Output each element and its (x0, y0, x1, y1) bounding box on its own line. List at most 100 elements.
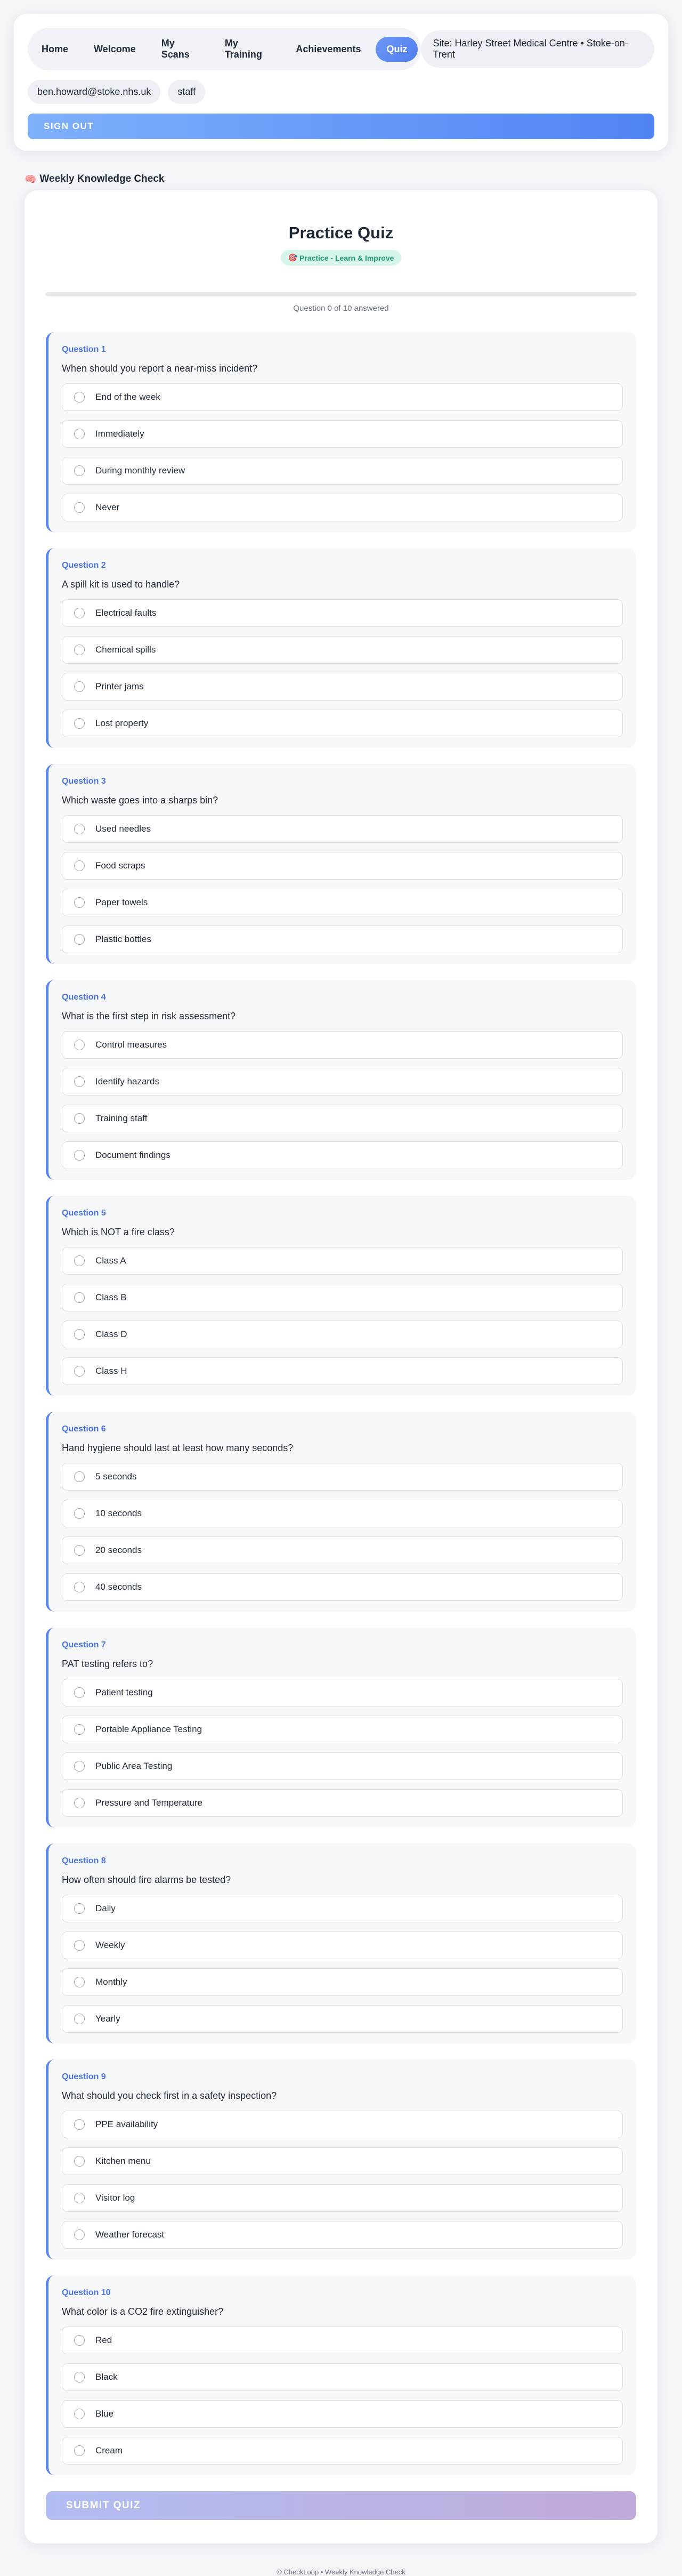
answer-option[interactable]: Immediately (62, 420, 623, 448)
quiz-title: Practice Quiz (288, 223, 394, 242)
answer-option[interactable]: 5 seconds (62, 1463, 623, 1491)
answer-option[interactable]: Document findings (62, 1141, 623, 1169)
user-row: ben.howard@stoke.nhs.uk staff (28, 80, 654, 104)
question-number: Question 10 (62, 2288, 111, 2297)
radio-icon[interactable] (74, 2445, 85, 2456)
radio-icon[interactable] (74, 1508, 85, 1519)
answer-option[interactable]: Chemical spills (62, 636, 623, 664)
answer-option[interactable]: Red (62, 2327, 623, 2354)
answer-option[interactable]: Class D (62, 1321, 623, 1348)
answer-option[interactable]: Weather forecast (62, 2221, 623, 2249)
answer-option[interactable]: Food scraps (62, 852, 623, 880)
nav-quiz[interactable]: Quiz (376, 36, 418, 62)
answer-option[interactable]: Class A (62, 1247, 623, 1275)
nav-my-scans[interactable]: My Scans (151, 31, 210, 67)
radio-icon[interactable] (74, 1040, 85, 1050)
radio-icon[interactable] (74, 2193, 85, 2203)
radio-icon[interactable] (74, 860, 85, 871)
radio-icon[interactable] (74, 2014, 85, 2024)
question-number: Question 6 (62, 1424, 106, 1434)
radio-icon[interactable] (74, 1977, 85, 1987)
answer-option-label: 5 seconds (95, 1471, 137, 1482)
radio-icon[interactable] (74, 1292, 85, 1303)
nav-home[interactable]: Home (31, 37, 79, 62)
radio-icon[interactable] (74, 1724, 85, 1735)
radio-icon[interactable] (74, 1366, 85, 1376)
radio-icon[interactable] (74, 1329, 85, 1340)
answer-option[interactable]: Never (62, 494, 623, 521)
answer-option[interactable]: Lost property (62, 710, 623, 737)
main-nav: Home Welcome My Scans My Training Achiev… (28, 28, 421, 70)
radio-icon[interactable] (74, 502, 85, 513)
answer-option[interactable]: End of the week (62, 383, 623, 411)
radio-icon[interactable] (74, 2156, 85, 2167)
answer-option[interactable]: Public Area Testing (62, 1752, 623, 1780)
submit-quiz-button[interactable]: SUBMIT QUIZ (46, 2491, 636, 2520)
nav-welcome[interactable]: Welcome (83, 37, 147, 62)
sign-out-button[interactable]: SIGN OUT (28, 114, 654, 139)
radio-icon[interactable] (74, 392, 85, 402)
radio-icon[interactable] (74, 1798, 85, 1808)
question-number: Question 8 (62, 1856, 106, 1865)
radio-icon[interactable] (74, 2119, 85, 2130)
radio-icon[interactable] (74, 1471, 85, 1482)
radio-icon[interactable] (74, 2372, 85, 2382)
answer-option-label: Printer jams (95, 681, 144, 691)
radio-icon[interactable] (74, 1113, 85, 1124)
answer-option[interactable]: Used needles (62, 815, 623, 843)
nav-my-training[interactable]: My Training (214, 31, 281, 67)
answer-option[interactable]: PPE availability (62, 2111, 623, 2138)
radio-icon[interactable] (74, 2335, 85, 2346)
answer-option[interactable]: Control measures (62, 1031, 623, 1059)
answer-option[interactable]: Cream (62, 2437, 623, 2465)
radio-icon[interactable] (74, 2229, 85, 2240)
radio-icon[interactable] (74, 681, 85, 692)
radio-icon[interactable] (74, 608, 85, 618)
answer-option[interactable]: Class H (62, 1357, 623, 1385)
radio-icon[interactable] (74, 1255, 85, 1266)
radio-icon[interactable] (74, 429, 85, 439)
answer-option-label: Electrical faults (95, 608, 157, 618)
answer-option[interactable]: Portable Appliance Testing (62, 1716, 623, 1743)
answer-option[interactable]: Blue (62, 2400, 623, 2428)
radio-icon[interactable] (74, 1545, 85, 1556)
radio-icon[interactable] (74, 897, 85, 908)
answer-option[interactable]: Paper towels (62, 889, 623, 916)
answer-option[interactable]: Kitchen menu (62, 2147, 623, 2175)
question-card: Question 1 When should you report a near-… (46, 332, 636, 532)
answer-option-label: Weather forecast (95, 2229, 165, 2240)
radio-icon[interactable] (74, 1076, 85, 1087)
nav-achievements[interactable]: Achievements (285, 37, 371, 62)
radio-icon[interactable] (74, 1761, 85, 1772)
answer-option[interactable]: Daily (62, 1895, 623, 1922)
radio-icon[interactable] (74, 1582, 85, 1592)
answer-option[interactable]: Electrical faults (62, 599, 623, 627)
radio-icon[interactable] (74, 2409, 85, 2419)
answer-option[interactable]: Pressure and Temperature (62, 1789, 623, 1817)
answer-option[interactable]: 20 seconds (62, 1536, 623, 1564)
answer-option[interactable]: 40 seconds (62, 1573, 623, 1601)
answer-option[interactable]: Training staff (62, 1105, 623, 1132)
radio-icon[interactable] (74, 1687, 85, 1698)
answer-option[interactable]: Class B (62, 1284, 623, 1311)
radio-icon[interactable] (74, 465, 85, 476)
answer-option[interactable]: Patient testing (62, 1679, 623, 1706)
answer-option[interactable]: Identify hazards (62, 1068, 623, 1096)
radio-icon[interactable] (74, 718, 85, 729)
radio-icon[interactable] (74, 1940, 85, 1951)
answer-option[interactable]: Black (62, 2363, 623, 2391)
answer-option[interactable]: Plastic bottles (62, 925, 623, 953)
answer-option[interactable]: Monthly (62, 1968, 623, 1996)
radio-icon[interactable] (74, 645, 85, 655)
radio-icon[interactable] (74, 934, 85, 945)
answer-option[interactable]: During monthly review (62, 457, 623, 485)
answer-option[interactable]: 10 seconds (62, 1500, 623, 1527)
answer-option[interactable]: Yearly (62, 2005, 623, 2033)
radio-icon[interactable] (74, 1150, 85, 1161)
answer-option[interactable]: Weekly (62, 1931, 623, 1959)
answer-option[interactable]: Printer jams (62, 673, 623, 701)
answer-option-label: Chemical spills (95, 645, 156, 655)
radio-icon[interactable] (74, 824, 85, 834)
radio-icon[interactable] (74, 1903, 85, 1914)
answer-option[interactable]: Visitor log (62, 2184, 623, 2212)
